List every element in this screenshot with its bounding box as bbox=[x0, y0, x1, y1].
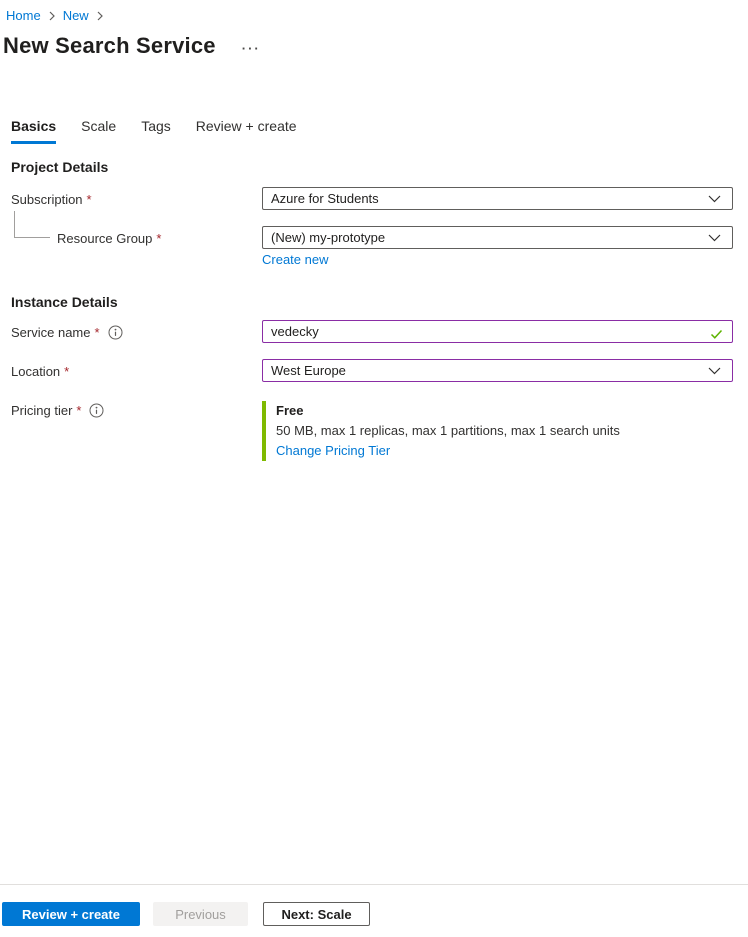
tab-scale[interactable]: Scale bbox=[81, 118, 116, 144]
required-asterisk: * bbox=[156, 231, 161, 246]
tab-review-create[interactable]: Review + create bbox=[196, 118, 297, 144]
breadcrumb-link-new[interactable]: New bbox=[63, 8, 89, 23]
info-icon[interactable] bbox=[89, 403, 104, 418]
project-details-heading: Project Details bbox=[11, 159, 108, 175]
subscription-label-text: Subscription bbox=[11, 192, 83, 207]
footer-buttons: Review + create Previous Next: Scale bbox=[2, 902, 370, 926]
pricing-tier-label: Pricing tier * bbox=[11, 403, 104, 418]
chevron-right-icon bbox=[97, 11, 103, 21]
footer-divider bbox=[0, 884, 748, 885]
service-name-label: Service name * bbox=[11, 325, 123, 340]
chevron-down-icon bbox=[708, 363, 721, 378]
required-asterisk: * bbox=[64, 364, 69, 379]
tab-basics[interactable]: Basics bbox=[11, 118, 56, 144]
create-new-link[interactable]: Create new bbox=[262, 252, 328, 267]
chevron-right-icon bbox=[49, 11, 55, 21]
subscription-dropdown[interactable]: Azure for Students bbox=[262, 187, 733, 210]
pricing-tier-summary: Free 50 MB, max 1 replicas, max 1 partit… bbox=[262, 401, 620, 461]
instance-details-heading: Instance Details bbox=[11, 294, 118, 310]
resource-group-connector-line bbox=[14, 211, 50, 238]
required-asterisk: * bbox=[87, 192, 92, 207]
required-asterisk: * bbox=[76, 403, 81, 418]
resource-group-label-text: Resource Group bbox=[57, 231, 152, 246]
service-name-field bbox=[262, 320, 733, 343]
previous-button[interactable]: Previous bbox=[153, 902, 248, 926]
location-value: West Europe bbox=[271, 363, 346, 378]
title-row: New Search Service ··· bbox=[3, 33, 261, 59]
location-label-text: Location bbox=[11, 364, 60, 379]
service-name-input[interactable] bbox=[263, 321, 702, 342]
valid-checkmark-icon bbox=[710, 327, 723, 345]
change-pricing-tier-link[interactable]: Change Pricing Tier bbox=[276, 441, 390, 461]
pricing-tier-description: 50 MB, max 1 replicas, max 1 partitions,… bbox=[276, 421, 620, 441]
page-title: New Search Service bbox=[3, 33, 216, 59]
breadcrumb: Home New bbox=[6, 8, 111, 23]
review-create-button[interactable]: Review + create bbox=[2, 902, 140, 926]
resource-group-dropdown[interactable]: (New) my-prototype bbox=[262, 226, 733, 249]
pricing-tier-name: Free bbox=[276, 401, 620, 421]
breadcrumb-link-home[interactable]: Home bbox=[6, 8, 41, 23]
tab-bar: Basics Scale Tags Review + create bbox=[11, 118, 322, 144]
required-asterisk: * bbox=[94, 325, 99, 340]
tab-tags[interactable]: Tags bbox=[141, 118, 171, 144]
location-label: Location * bbox=[11, 364, 69, 379]
new-search-service-page: Home New New Search Service ··· Basics S… bbox=[0, 0, 748, 937]
service-name-label-text: Service name bbox=[11, 325, 90, 340]
resource-group-value: (New) my-prototype bbox=[271, 230, 385, 245]
next-scale-button[interactable]: Next: Scale bbox=[263, 902, 370, 926]
more-actions-icon[interactable]: ··· bbox=[242, 44, 261, 54]
resource-group-label: Resource Group * bbox=[57, 231, 161, 246]
chevron-down-icon bbox=[708, 230, 721, 245]
info-icon[interactable] bbox=[108, 325, 123, 340]
subscription-value: Azure for Students bbox=[271, 191, 379, 206]
subscription-label: Subscription * bbox=[11, 192, 92, 207]
location-dropdown[interactable]: West Europe bbox=[262, 359, 733, 382]
chevron-down-icon bbox=[708, 191, 721, 206]
pricing-tier-label-text: Pricing tier bbox=[11, 403, 72, 418]
